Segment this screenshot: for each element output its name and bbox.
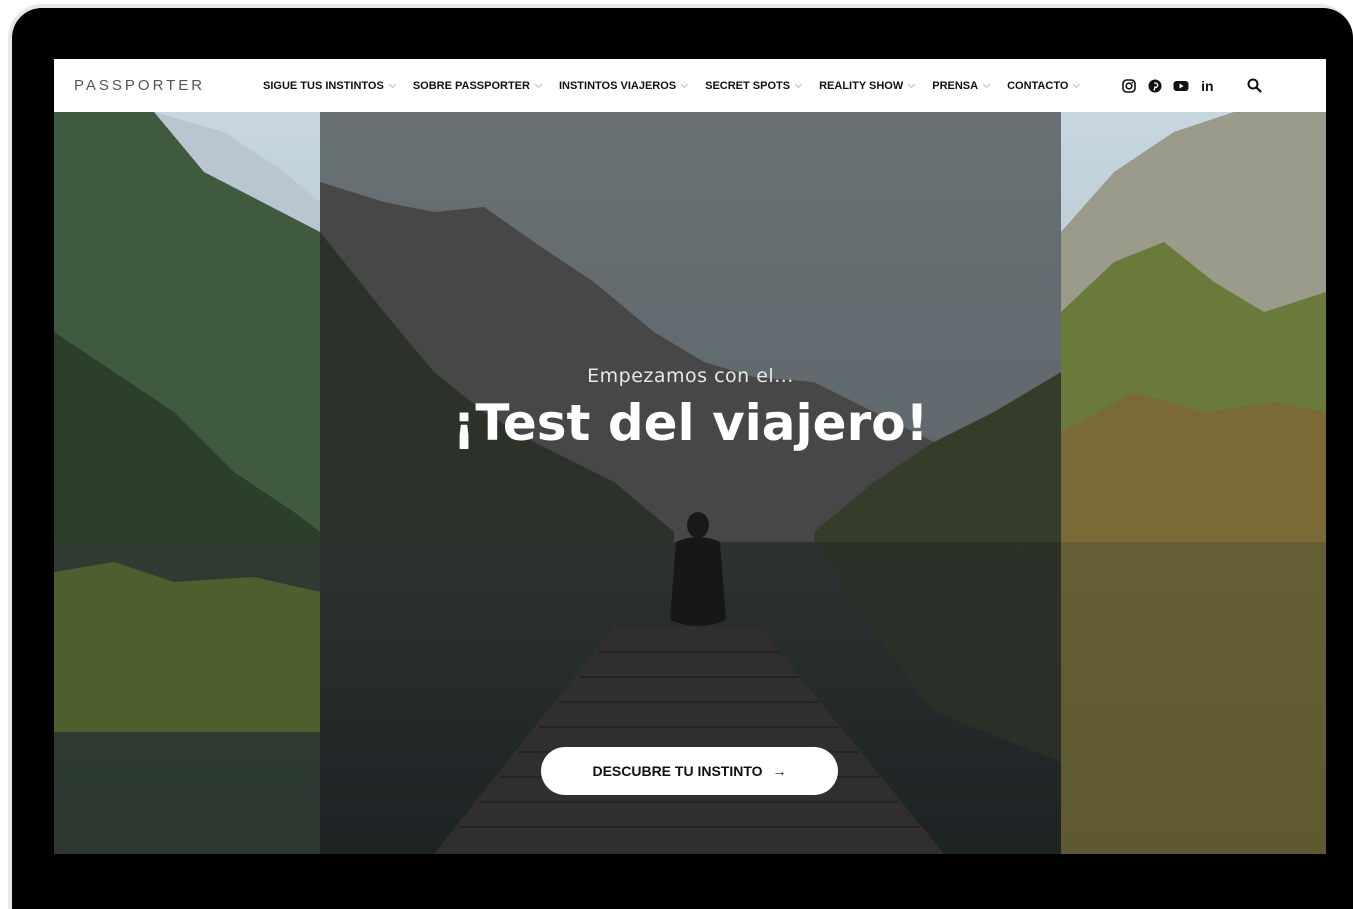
- nav-item-label: PRENSA: [932, 79, 979, 92]
- linkedin-icon[interactable]: in: [1199, 78, 1215, 94]
- browser-screen: PASSPORTER SIGUE TUS INSTINTOS SOBRE PAS…: [54, 59, 1326, 854]
- chevron-down-icon: [681, 80, 689, 88]
- chevron-down-icon: [795, 80, 803, 88]
- hero-banner: Empezamos con el... ¡Test del viajero! D…: [54, 112, 1326, 854]
- nav-item-contacto[interactable]: CONTACTO: [1007, 79, 1081, 92]
- search-icon[interactable]: [1247, 78, 1263, 94]
- youtube-icon[interactable]: [1173, 78, 1189, 94]
- nav-item-label: REALITY SHOW: [819, 79, 904, 92]
- social-links: in: [1121, 78, 1225, 94]
- chevron-down-icon: [983, 80, 991, 88]
- main-menu: SIGUE TUS INSTINTOS SOBRE PASSPORTER INS…: [263, 59, 1097, 112]
- nav-item-instintos-viajeros[interactable]: INSTINTOS VIAJEROS: [558, 79, 689, 92]
- nav-item-label: SOBRE PASSPORTER: [412, 79, 530, 92]
- discover-instinct-button[interactable]: DESCUBRE TU INSTINTO →: [541, 747, 838, 795]
- nav-item-sobre-passporter[interactable]: SOBRE PASSPORTER: [412, 79, 543, 92]
- nav-item-label: SIGUE TUS INSTINTOS: [263, 79, 384, 92]
- pinterest-icon[interactable]: [1147, 78, 1163, 94]
- chevron-down-icon: [388, 80, 396, 88]
- nav-item-prensa[interactable]: PRENSA: [932, 79, 991, 92]
- arrow-right-icon: →: [772, 763, 787, 779]
- nav-item-label: SECRET SPOTS: [705, 79, 791, 92]
- nav-item-label: INSTINTOS VIAJEROS: [558, 79, 677, 92]
- instagram-icon[interactable]: [1121, 78, 1137, 94]
- nav-item-reality-show[interactable]: REALITY SHOW: [819, 79, 916, 92]
- nav-item-secret-spots[interactable]: SECRET SPOTS: [705, 79, 803, 92]
- hero-title: ¡Test del viajero!: [452, 394, 929, 452]
- nav-item-label: CONTACTO: [1007, 79, 1069, 92]
- site-logo[interactable]: PASSPORTER: [74, 77, 263, 94]
- chevron-down-icon: [1073, 80, 1081, 88]
- hero-subtitle: Empezamos con el...: [587, 365, 794, 387]
- chevron-down-icon: [908, 80, 916, 88]
- top-navbar: PASSPORTER SIGUE TUS INSTINTOS SOBRE PAS…: [54, 59, 1326, 112]
- hero-overlay: [320, 112, 1061, 854]
- chevron-down-icon: [534, 80, 543, 88]
- nav-item-sigue-tus-instintos[interactable]: SIGUE TUS INSTINTOS: [263, 79, 396, 92]
- cta-label: DESCUBRE TU INSTINTO: [592, 763, 763, 779]
